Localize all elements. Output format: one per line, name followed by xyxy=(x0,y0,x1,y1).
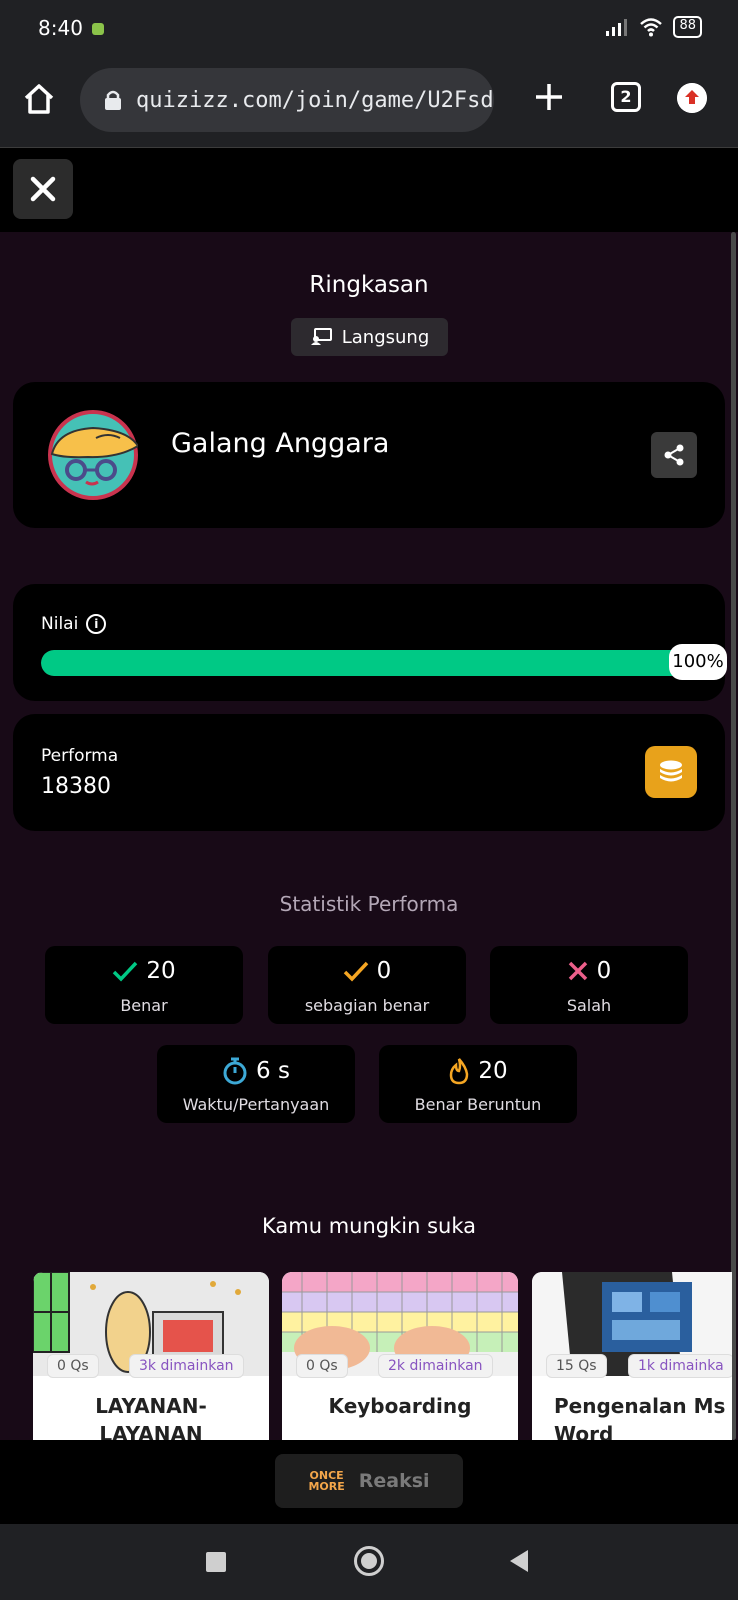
stat-correct-label: Benar xyxy=(120,996,168,1015)
signal-icon xyxy=(606,19,628,36)
score-card: Nilai i 100% xyxy=(13,584,727,701)
reaction-label: Reaksi xyxy=(358,1470,430,1492)
home-nav-button[interactable] xyxy=(354,1546,384,1576)
coins-icon xyxy=(660,760,682,782)
close-button[interactable] xyxy=(13,159,73,219)
stat-wrong-value: 0 xyxy=(596,958,612,984)
info-icon[interactable]: i xyxy=(86,614,107,634)
quiz-header xyxy=(0,148,738,232)
plays-chip: 2k dimainkan xyxy=(378,1354,493,1378)
live-icon xyxy=(310,328,332,345)
summary-screen[interactable]: Ringkasan Langsung Galang Anggara Nilai … xyxy=(0,232,738,1440)
stat-time-label: Waktu/Pertanyaan xyxy=(182,1095,330,1114)
page-title: Ringkasan xyxy=(309,272,429,298)
quiz-title: LAYANAN- LAYANAN xyxy=(95,1394,207,1440)
score-progress-fill xyxy=(41,650,689,676)
cross-icon xyxy=(568,961,587,981)
score-percent: 100% xyxy=(669,644,727,680)
back-button[interactable] xyxy=(510,1550,528,1572)
system-nav-bar xyxy=(0,1524,738,1600)
stats-title: Statistik Performa xyxy=(279,892,459,916)
home-icon[interactable] xyxy=(22,82,56,116)
score-label-row: Nilai i xyxy=(41,614,107,634)
reaction-button[interactable]: ONCE MORE Reaksi xyxy=(275,1454,463,1508)
plays-chip: 1k dimainka xyxy=(628,1354,732,1378)
status-time: 8:40 xyxy=(38,16,83,40)
plus-icon[interactable] xyxy=(532,80,566,114)
quiz-card[interactable]: 0 Qs 3k dimainkan LAYANAN- LAYANAN xyxy=(33,1272,269,1440)
performance-value: 18380 xyxy=(41,774,111,799)
url-text: quizizz.com/join/game/U2FsdGV xyxy=(136,87,494,113)
suggestions-title: Kamu mungkin suka xyxy=(261,1214,476,1238)
status-icons: 88 xyxy=(605,16,702,38)
score-label: Nilai xyxy=(41,614,79,634)
player-card: Galang Anggara xyxy=(13,382,725,528)
status-bar: 8:40 88 xyxy=(0,0,738,58)
update-icon[interactable] xyxy=(677,83,707,113)
browser-toolbar: quizizz.com/join/game/U2FsdGV 2 xyxy=(0,58,738,148)
share-icon xyxy=(664,444,684,466)
stat-correct: 20 Benar xyxy=(45,946,243,1024)
stat-correct-value: 20 xyxy=(146,958,176,984)
avatar xyxy=(48,410,138,500)
share-button[interactable] xyxy=(651,432,697,478)
performance-label: Performa xyxy=(41,746,119,766)
question-count-chip: 15 Qs xyxy=(546,1354,607,1378)
flame-icon xyxy=(450,1058,469,1085)
stat-wrong-label: Salah xyxy=(566,996,612,1015)
wifi-icon xyxy=(640,18,663,37)
quiz-title: Pengenalan Ms Word xyxy=(554,1394,726,1440)
stat-streak-value: 20 xyxy=(478,1058,508,1084)
question-count-chip: 0 Qs xyxy=(296,1354,348,1378)
scrollbar[interactable] xyxy=(731,232,736,1440)
stat-partial: 0 sebagian benar xyxy=(268,946,466,1024)
tabs-icon[interactable]: 2 xyxy=(611,82,641,112)
stat-wrong: 0 Salah xyxy=(490,946,688,1024)
mode-badge: Langsung xyxy=(291,318,448,356)
stat-streak-label: Benar Beruntun xyxy=(414,1095,542,1114)
stat-streak: 20 Benar Beruntun xyxy=(379,1045,577,1123)
plays-chip: 3k dimainkan xyxy=(129,1354,244,1378)
lock-icon xyxy=(105,90,121,110)
quiz-title: Keyboarding xyxy=(328,1394,472,1418)
score-progress-bar xyxy=(41,650,689,676)
battery-indicator: 88 xyxy=(673,16,702,38)
check-icon xyxy=(113,961,138,982)
reaction-bar: ONCE MORE Reaksi xyxy=(0,1440,738,1524)
close-icon xyxy=(30,176,56,202)
mode-label: Langsung xyxy=(341,326,430,348)
question-count-chip: 0 Qs xyxy=(47,1354,99,1378)
address-bar[interactable]: quizizz.com/join/game/U2FsdGV xyxy=(80,68,494,132)
quiz-card[interactable]: 15 Qs 1k dimainka Pengenalan Ms Word xyxy=(532,1272,732,1440)
player-name: Galang Anggara xyxy=(171,428,390,459)
notification-icon xyxy=(92,23,104,35)
recents-button[interactable] xyxy=(206,1552,226,1572)
stopwatch-icon xyxy=(223,1057,247,1085)
performance-card: Performa 18380 xyxy=(13,714,725,831)
stat-time: 6 s Waktu/Pertanyaan xyxy=(157,1045,355,1123)
stat-partial-value: 0 xyxy=(376,958,392,984)
coins-button[interactable] xyxy=(645,746,697,798)
stat-partial-label: sebagian benar xyxy=(304,996,430,1015)
stat-time-value: 6 s xyxy=(256,1058,290,1084)
check-icon xyxy=(343,961,368,982)
quiz-card[interactable]: 0 Qs 2k dimainkan Keyboarding xyxy=(282,1272,518,1440)
once-more-logo: ONCE MORE xyxy=(308,1469,345,1493)
